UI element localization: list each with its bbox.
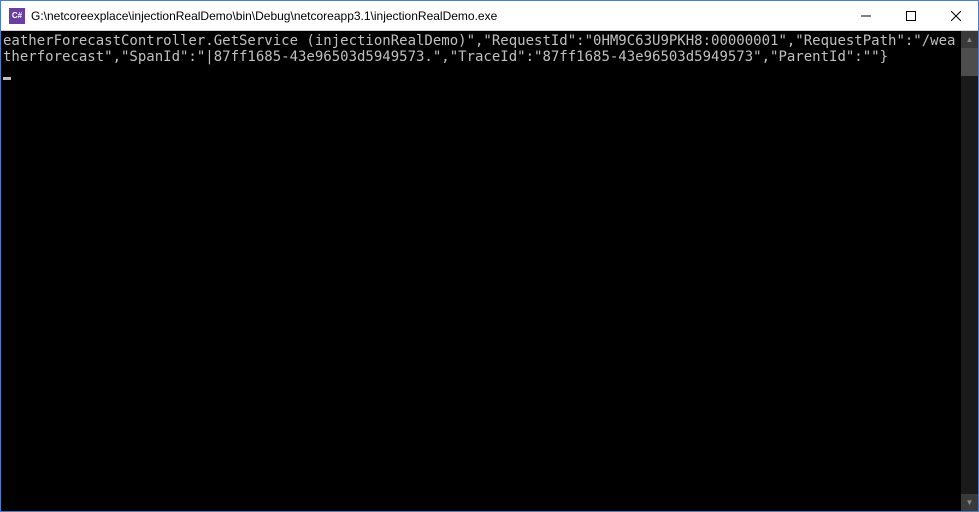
scroll-up-icon: ▲ xyxy=(966,35,974,44)
maximize-button[interactable] xyxy=(888,1,933,30)
scroll-down-icon: ▼ xyxy=(966,498,974,507)
app-icon: C# xyxy=(9,8,25,24)
close-button[interactable] xyxy=(933,1,978,30)
scroll-down-button[interactable]: ▼ xyxy=(961,494,978,511)
maximize-icon xyxy=(906,11,916,21)
scroll-up-button[interactable]: ▲ xyxy=(961,31,978,48)
console-output[interactable]: eatherForecastController.GetService (inj… xyxy=(1,31,961,511)
scroll-thumb[interactable] xyxy=(961,48,978,76)
minimize-button[interactable] xyxy=(843,1,888,30)
minimize-icon xyxy=(861,11,871,21)
vertical-scrollbar[interactable]: ▲ ▼ xyxy=(961,31,978,511)
app-icon-label: C# xyxy=(12,11,22,20)
console-area: eatherForecastController.GetService (inj… xyxy=(1,31,978,511)
scroll-track[interactable] xyxy=(961,48,978,494)
cursor-icon xyxy=(3,77,11,80)
console-text: eatherForecastController.GetService (inj… xyxy=(3,33,955,65)
console-window: C# G:\netcoreexplace\injectionRealDemo\b… xyxy=(0,0,979,512)
close-icon xyxy=(951,11,961,21)
titlebar[interactable]: C# G:\netcoreexplace\injectionRealDemo\b… xyxy=(1,1,978,31)
window-title: G:\netcoreexplace\injectionRealDemo\bin\… xyxy=(31,9,843,23)
window-controls xyxy=(843,1,978,30)
